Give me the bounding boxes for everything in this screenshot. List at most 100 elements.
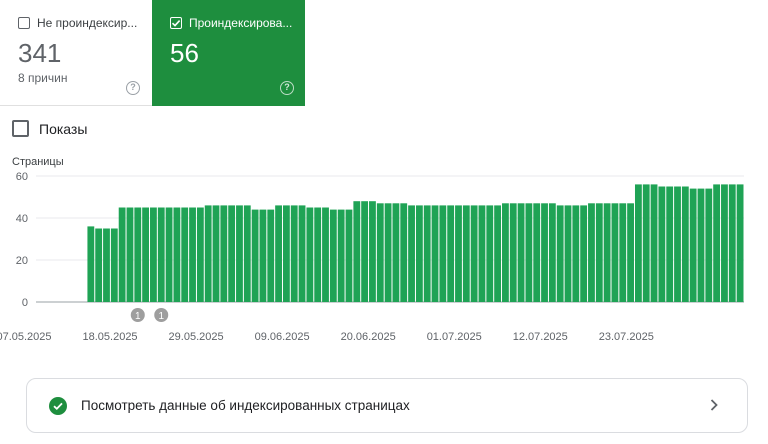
chart-bar[interactable] [236, 205, 243, 302]
chart-bar[interactable] [721, 184, 728, 302]
view-indexed-pages-link[interactable]: Посмотреть данные об индексированных стр… [26, 378, 748, 433]
chart-bar[interactable] [142, 207, 150, 303]
chart-bar[interactable] [525, 203, 533, 302]
question-circle-icon[interactable]: ? [126, 81, 140, 95]
chart-bar[interactable] [228, 205, 236, 302]
chart-bar[interactable] [517, 203, 525, 302]
chart-bar[interactable] [267, 209, 275, 302]
chart-bar[interactable] [337, 209, 345, 302]
chart-bar[interactable] [556, 205, 564, 302]
y-tick-label: 40 [16, 213, 28, 225]
chart-bar[interactable] [415, 205, 423, 302]
chart-bar[interactable] [603, 203, 611, 302]
chart-bar[interactable] [533, 203, 541, 302]
chart-bar[interactable] [462, 205, 470, 302]
chart-bar[interactable] [212, 205, 220, 302]
indexed-card[interactable]: Проиндексирова... 56 ? [152, 0, 305, 106]
chart-bar[interactable] [369, 201, 376, 302]
chart-bar[interactable] [611, 203, 619, 302]
chart-bar[interactable] [134, 207, 142, 303]
chart-bar[interactable] [580, 205, 588, 302]
chart-bar[interactable] [541, 203, 548, 302]
chart-bar[interactable] [275, 205, 282, 302]
chart-bar[interactable] [87, 226, 95, 302]
chart-bar[interactable] [689, 188, 697, 302]
chart-bar[interactable] [220, 205, 228, 302]
not-indexed-checkbox[interactable] [18, 17, 30, 29]
chart-bar[interactable] [658, 186, 666, 303]
chart-bar[interactable] [674, 186, 681, 303]
chart-bar[interactable] [509, 203, 517, 302]
chart-bar[interactable] [619, 203, 627, 302]
chart-bar[interactable] [392, 203, 400, 302]
y-tick-label: 20 [16, 255, 28, 267]
chart-bar[interactable] [455, 205, 462, 302]
chart-bar[interactable] [595, 203, 603, 302]
chart-bar[interactable] [298, 205, 306, 302]
impressions-toggle[interactable]: Показы [12, 120, 87, 137]
chart-bar[interactable] [588, 203, 595, 302]
not-indexed-label: Не проиндексир... [37, 16, 138, 30]
chart-bar[interactable] [173, 207, 181, 303]
chart-bar[interactable] [251, 209, 259, 302]
chart-bar[interactable] [713, 184, 721, 302]
chart-bar[interactable] [423, 205, 431, 302]
chart-bar[interactable] [196, 207, 204, 303]
chart-bar[interactable] [478, 205, 486, 302]
chart-bar[interactable] [736, 184, 744, 302]
chart-bar[interactable] [290, 205, 298, 302]
chart-bar[interactable] [400, 203, 408, 302]
chart-bar[interactable] [181, 207, 189, 303]
chart-bar[interactable] [103, 228, 110, 303]
annotation-label: 1 [135, 311, 141, 322]
chart-bar[interactable] [627, 203, 634, 302]
chart-bar[interactable] [118, 207, 126, 303]
chart-bar[interactable] [361, 201, 369, 302]
chart-bar[interactable] [329, 209, 337, 302]
chart-bar[interactable] [728, 184, 736, 302]
chart-bar[interactable] [681, 186, 689, 303]
chart-bar[interactable] [376, 203, 384, 302]
chart-bar[interactable] [322, 207, 329, 303]
chart-bar[interactable] [502, 203, 509, 302]
chart-bar[interactable] [650, 184, 658, 302]
chart-bar[interactable] [666, 186, 674, 303]
not-indexed-card[interactable]: Не проиндексир... 341 8 причин ? [0, 0, 153, 106]
chart-bar[interactable] [189, 207, 196, 303]
indexed-checkbox[interactable] [170, 17, 182, 29]
chart-bar[interactable] [165, 207, 173, 303]
chart-bar[interactable] [486, 205, 494, 302]
chart-bar[interactable] [697, 188, 705, 302]
check-circle-icon [49, 396, 67, 415]
chart-bar[interactable] [126, 207, 134, 303]
chart-bar[interactable] [110, 228, 118, 303]
chart-bar[interactable] [259, 209, 267, 302]
chart-bar[interactable] [384, 203, 392, 302]
chart-bar[interactable] [243, 205, 251, 302]
chart-bar[interactable] [447, 205, 455, 302]
chart-bar[interactable] [353, 201, 361, 302]
chart-bar[interactable] [494, 205, 502, 302]
chart-bar[interactable] [204, 205, 212, 302]
chart-bar[interactable] [282, 205, 290, 302]
chart-bar[interactable] [306, 207, 314, 303]
chart-bar[interactable] [95, 228, 103, 303]
chart-bar[interactable] [572, 205, 580, 302]
chart-bar[interactable] [548, 203, 556, 302]
not-indexed-header: Не проиндексир... [18, 16, 152, 30]
chart-bar[interactable] [642, 184, 650, 302]
impressions-checkbox[interactable] [12, 120, 29, 137]
chart-bar[interactable] [431, 205, 439, 302]
chart-bar[interactable] [345, 209, 353, 302]
chart-bar[interactable] [470, 205, 478, 302]
question-circle-icon[interactable]: ? [280, 81, 294, 95]
indexed-count: 56 [170, 38, 199, 68]
chart-bar[interactable] [705, 188, 713, 302]
chart-bar[interactable] [408, 205, 415, 302]
chart-bar[interactable] [150, 207, 157, 303]
chart-bar[interactable] [314, 207, 322, 303]
chart-bar[interactable] [634, 184, 642, 302]
chart-bar[interactable] [564, 205, 572, 302]
chart-bar[interactable] [157, 207, 165, 303]
chart-bar[interactable] [439, 205, 447, 302]
